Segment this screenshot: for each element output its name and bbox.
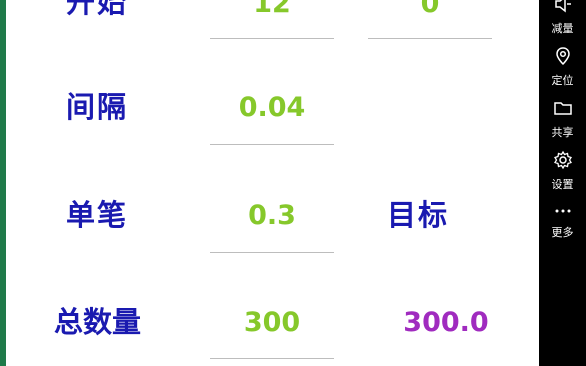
sidebar-item-label: 更多 xyxy=(551,226,574,239)
sidebar-item-settings[interactable]: 设置 xyxy=(539,150,586,192)
right-sidebar: 减量 定位 共享 设置 更多 xyxy=(539,0,586,366)
interval-value-underline xyxy=(210,144,334,145)
total-value-underline xyxy=(210,358,334,359)
row-label-single: 单笔 xyxy=(66,198,129,232)
start-second-value-input[interactable]: 0 xyxy=(368,0,492,17)
sidebar-item-location[interactable]: 定位 xyxy=(539,46,586,88)
row-label-start: 开始 xyxy=(66,0,129,19)
location-pin-icon xyxy=(539,46,586,70)
start-second-value-underline xyxy=(368,38,492,39)
sidebar-item-label: 减量 xyxy=(551,22,574,35)
sidebar-item-label: 设置 xyxy=(551,178,574,191)
interval-value-input[interactable]: 0.04 xyxy=(210,94,334,121)
single-value-underline xyxy=(210,252,334,253)
folder-share-icon xyxy=(539,98,586,122)
row-label-interval: 间隔 xyxy=(66,90,129,124)
start-value-input[interactable]: 12 xyxy=(210,0,334,17)
start-value-underline xyxy=(210,38,334,39)
target-label: 目标 xyxy=(387,198,450,232)
target-result-value: 300.0 xyxy=(403,307,489,338)
gear-icon xyxy=(539,150,586,174)
volume-down-icon xyxy=(539,0,586,18)
row-label-total: 总数量 xyxy=(54,305,142,339)
total-value-input[interactable]: 300 xyxy=(210,309,334,336)
form-panel: 开始 12 0 间隔 0.04 单笔 0.3 目标 总数量 300 300.0 xyxy=(6,0,539,366)
sidebar-item-share[interactable]: 共享 xyxy=(539,98,586,140)
more-dots-icon xyxy=(539,203,586,222)
sidebar-item-volume-down[interactable]: 减量 xyxy=(539,0,586,36)
sidebar-item-more[interactable]: 更多 xyxy=(539,203,586,240)
sidebar-item-label: 共享 xyxy=(551,126,574,139)
sidebar-item-label: 定位 xyxy=(551,74,574,87)
single-value-input[interactable]: 0.3 xyxy=(210,202,334,229)
